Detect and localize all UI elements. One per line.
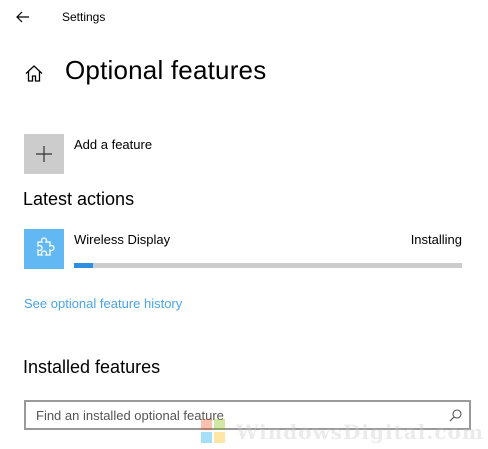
- install-status: Installing: [410, 232, 462, 247]
- feature-history-link[interactable]: See optional feature history: [24, 296, 182, 311]
- install-progress-bar: [74, 263, 462, 268]
- windows-logo-icon: [201, 419, 225, 443]
- app-title: Settings: [62, 10, 106, 24]
- add-feature-button[interactable]: Add a feature: [24, 134, 224, 174]
- title-bar: Settings: [0, 0, 488, 34]
- back-arrow-icon: [16, 11, 29, 23]
- home-button[interactable]: [22, 61, 46, 85]
- list-item: Wireless Display Installing: [24, 229, 464, 271]
- add-feature-label: Add a feature: [74, 137, 153, 152]
- back-button[interactable]: [10, 6, 36, 28]
- puzzle-piece-icon: [37, 237, 55, 256]
- add-feature-tile: [24, 134, 64, 174]
- feature-tile: [24, 229, 64, 269]
- installed-features-heading: Installed features: [23, 357, 161, 377]
- settings-window: Settings Optional features Add a feature…: [0, 0, 488, 449]
- latest-actions-heading: Latest actions: [23, 189, 135, 209]
- feature-name: Wireless Display: [74, 232, 171, 247]
- plus-icon: [36, 146, 52, 162]
- page-title: Optional features: [65, 55, 267, 85]
- home-icon: [25, 64, 43, 82]
- install-progress-fill: [74, 263, 94, 268]
- watermark: WindowsDigital.com: [200, 418, 483, 446]
- watermark-text: WindowsDigital.com: [236, 420, 485, 444]
